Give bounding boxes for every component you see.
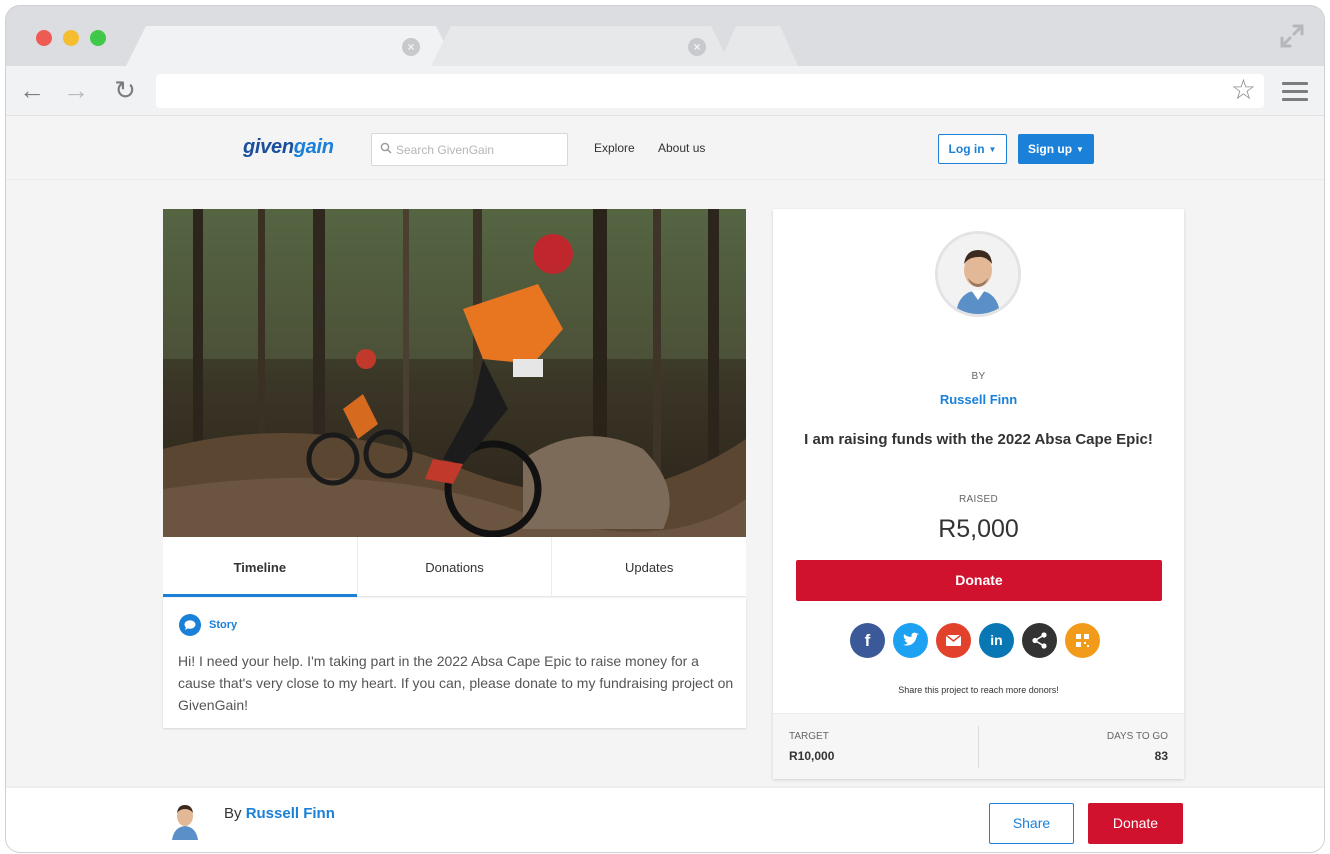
donate-button[interactable]: Donate [796,560,1162,601]
browser-window: × × ← → ↻ ☆ givengain Search GivenGain E… [6,6,1324,852]
sticky-donate-button[interactable]: Donate [1088,803,1183,844]
share-hint-text: Share this project to reach more donors! [898,685,1059,695]
owner-name-link[interactable]: Russell Finn [773,392,1184,407]
target-label: TARGET [789,731,829,742]
by-label: BY [971,371,986,382]
new-tab-button[interactable] [718,26,798,66]
search-icon [380,142,392,154]
title-bar: × × [6,6,1324,66]
browser-toolbar: ← → ↻ ☆ [6,66,1324,116]
site-header: givengain Explore About us Log in▼ Sign … [6,116,1324,180]
tab-updates[interactable]: Updates [552,537,746,596]
days-to-go-label: DAYS TO GO [1106,731,1168,742]
login-label: Log in [948,142,985,156]
forward-arrow-icon[interactable]: → [62,76,90,104]
campaign-headline: I am raising funds with the 2022 Absa Ca… [804,431,1153,448]
fullscreen-icon[interactable] [1278,22,1306,50]
tab-close-icon[interactable]: × [688,38,706,56]
bookmark-star-icon[interactable]: ☆ [1231,76,1256,104]
story-header: Story [179,614,237,636]
reload-icon[interactable]: ↻ [111,76,139,104]
target-value: R10,000 [789,749,835,763]
tab-timeline[interactable]: Timeline [163,537,358,597]
nav-explore-link[interactable]: Explore [594,141,635,155]
days-to-go-value: 83 [1154,749,1168,763]
web-page: givengain Explore About us Log in▼ Sign … [6,116,1324,852]
address-bar[interactable] [156,74,1264,108]
logo-text-gain: gain [293,136,334,158]
chat-bubble-icon [179,614,201,636]
qr-code-icon[interactable] [1065,623,1100,658]
signup-button[interactable]: Sign up ▼ [1018,134,1094,164]
back-arrow-icon[interactable]: ← [18,76,46,104]
owner-avatar[interactable] [935,231,1021,317]
story-text: Hi! I need your help. I'm taking part in… [178,653,734,713]
owner-avatar-small[interactable] [170,800,200,840]
nav-about-link[interactable]: About us [658,141,705,155]
logo-text-given: given [243,136,294,158]
chevron-down-icon: ▼ [1076,144,1084,154]
stats-divider [978,726,979,768]
by-prefix: By [224,805,242,822]
signup-label: Sign up [1028,142,1073,156]
tab-donations[interactable]: Donations [358,537,553,596]
login-button[interactable]: Log in ▼ [938,134,1007,164]
twitter-icon[interactable] [893,623,928,658]
story-card: Story Hi! I need your help. I'm taking p… [163,598,746,728]
sticky-owner-name-link[interactable]: Russell Finn [246,805,335,822]
raised-label: RAISED [958,494,999,505]
search-box[interactable] [371,133,568,166]
campaign-stats: TARGET R10,000 DAYS TO GO 83 [773,713,1184,779]
menu-icon[interactable] [1282,82,1308,106]
campaign-hero-image [163,209,746,537]
browser-tab-active[interactable]: × [126,26,456,66]
raised-amount: R5,000 [938,515,1019,543]
close-window-button[interactable] [36,30,52,46]
givengain-logo[interactable]: givengain [243,136,334,159]
chevron-down-icon: ▼ [988,144,997,154]
social-share-row: f in [850,623,1100,658]
share-icon[interactable] [1022,623,1057,658]
story-label: Story [209,619,238,631]
browser-tab-inactive[interactable]: × [431,26,731,66]
search-input[interactable] [396,134,564,165]
project-tabs: Timeline Donations Updates [163,537,746,597]
tab-close-icon[interactable]: × [402,38,420,56]
zoom-window-button[interactable] [90,30,106,46]
share-button[interactable]: Share [989,803,1074,844]
sticky-owner-line: By Russell Finn [224,805,335,822]
linkedin-icon[interactable]: in [979,623,1014,658]
facebook-icon[interactable]: f [850,623,885,658]
email-icon[interactable] [936,623,971,658]
sticky-donate-bar: By Russell Finn Share Donate [6,788,1324,852]
campaign-summary-card: BY Russell Finn I am raising funds with … [773,209,1184,779]
minimize-window-button[interactable] [63,30,79,46]
